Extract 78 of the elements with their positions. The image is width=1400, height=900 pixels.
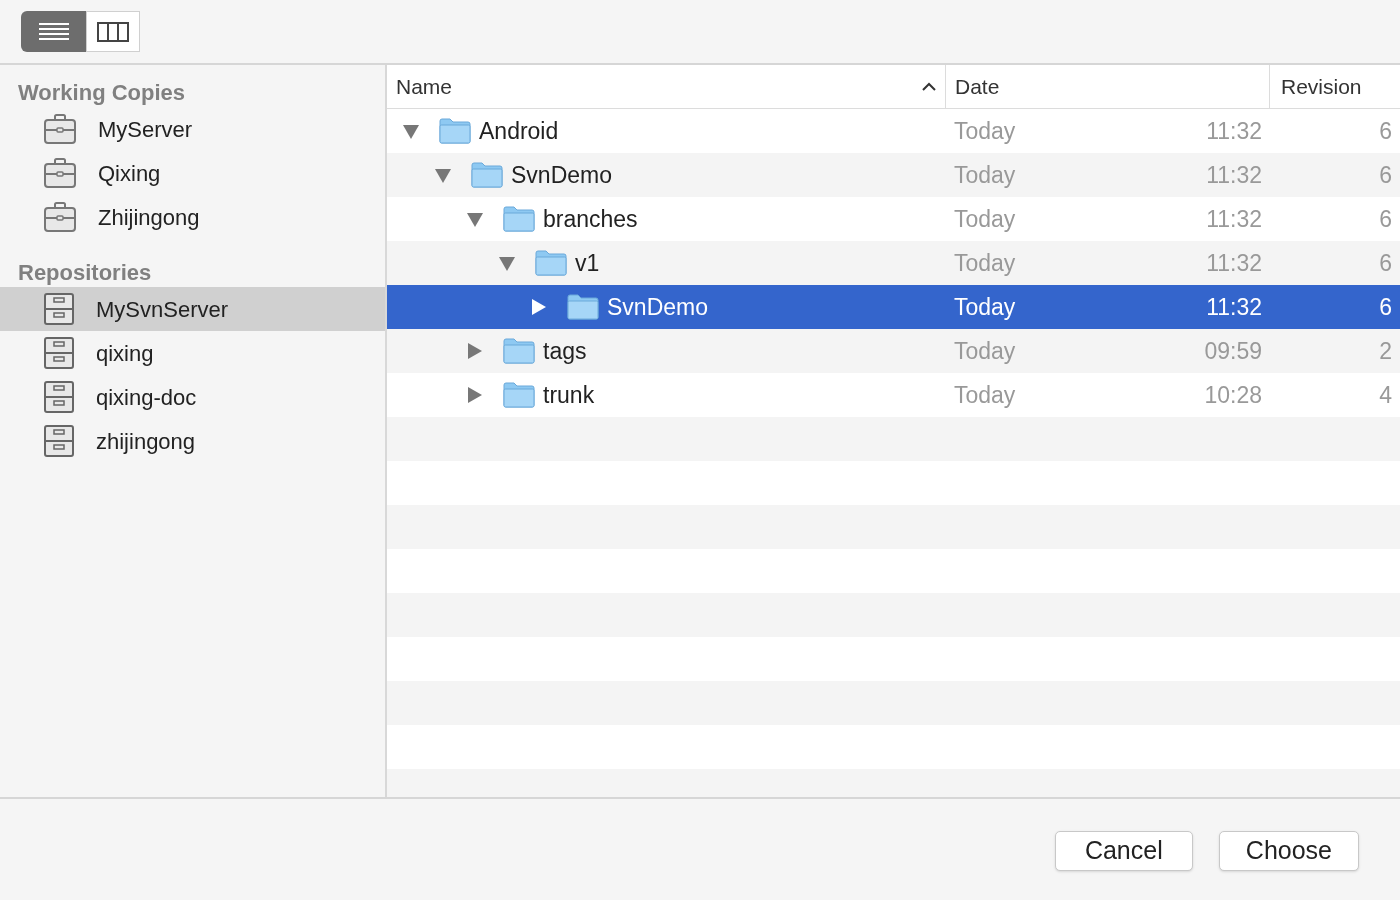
dialog-button[interactable]: Choose [1218,830,1359,871]
disclosure-triangle-icon[interactable] [466,342,484,360]
date-text: Today [954,116,1016,146]
sidebar-item-label: zhijingong [96,427,196,456]
briefcase-icon [44,202,76,232]
revision-text: 6 [1379,116,1392,146]
sidebar-item-label: MySvnServer [96,295,229,324]
view-mode-button[interactable] [21,11,86,52]
revision-text: 6 [1379,160,1392,190]
disclosure-triangle-icon[interactable] [466,386,484,404]
revision-text: 6 [1379,292,1392,322]
revision-text: 6 [1379,248,1392,278]
folder-icon [567,294,599,320]
folder-icon [471,162,503,188]
disclosure-triangle-icon[interactable] [434,166,452,184]
file-cabinet-icon [44,337,74,369]
file-name: SvnDemo [607,292,708,322]
file-name: v1 [575,248,600,278]
sidebar-item[interactable]: Zhijingong [0,195,385,239]
file-row[interactable]: SvnDemo Today 11:32 6 [387,285,1400,329]
sidebar-item[interactable]: MySvnServer [0,287,385,331]
date-text: Today [954,160,1016,190]
list-view-icon [38,21,69,42]
time-text: 11:32 [1206,116,1262,146]
folder-icon [503,206,535,232]
folder-icon [535,250,567,276]
sidebar-section-title: Repositories [17,258,153,287]
column-header[interactable]: Date [946,65,1270,108]
file-cabinet-icon [44,381,74,413]
sidebar-item[interactable]: zhijingong [0,419,385,463]
sidebar-item-label: qixing-doc [96,383,197,412]
disclosure-triangle-icon[interactable] [402,122,420,140]
folder-icon [439,118,471,144]
column-header-label: Revision [1281,73,1362,100]
date-text: Today [954,248,1016,278]
revision-text: 2 [1379,336,1392,366]
date-text: Today [954,204,1016,234]
time-text: 10:28 [1204,380,1262,410]
sidebar-item-label: qixing [96,339,154,368]
file-name: branches [543,204,638,234]
column-header-label: Name [396,73,453,100]
date-text: Today [954,292,1016,322]
column-header[interactable]: Revision [1270,65,1400,108]
time-text: 11:32 [1206,204,1262,234]
disclosure-triangle-icon[interactable] [466,210,484,228]
briefcase-icon [44,114,76,144]
file-cabinet-icon [44,293,74,325]
sidebar-item[interactable]: qixing [0,331,385,375]
time-text: 11:32 [1206,160,1262,190]
folder-icon [503,382,535,408]
sidebar-item-label: MyServer [98,115,193,144]
column-header-label: Date [955,73,1000,100]
dialog-button[interactable]: Cancel [1054,830,1193,871]
file-name: tags [543,336,587,366]
file-cabinet-icon [44,425,74,457]
sidebar-section-title: Working Copies [17,78,187,107]
folder-icon [503,338,535,364]
sidebar-item[interactable]: Qixing [0,151,385,195]
revision-text: 4 [1379,380,1392,410]
disclosure-triangle-icon[interactable] [530,298,548,316]
column-header[interactable]: Name [387,65,946,108]
column-view-icon [97,21,129,42]
disclosure-triangle-icon[interactable] [498,254,516,272]
time-text: 09:59 [1204,336,1262,366]
time-text: 11:32 [1206,292,1262,322]
time-text: 11:32 [1206,248,1262,278]
sidebar-item-label: Zhijingong [98,203,200,232]
date-text: Today [954,380,1016,410]
revision-text: 6 [1379,204,1392,234]
date-text: Today [954,336,1016,366]
file-name: Android [479,116,559,146]
file-name: trunk [543,380,595,410]
sidebar-item[interactable]: qixing-doc [0,375,385,419]
briefcase-icon [44,158,76,188]
sidebar-item-label: Qixing [98,159,161,188]
view-mode-button[interactable] [86,11,140,52]
file-name: SvnDemo [511,160,612,190]
sidebar-item[interactable]: MyServer [0,107,385,151]
